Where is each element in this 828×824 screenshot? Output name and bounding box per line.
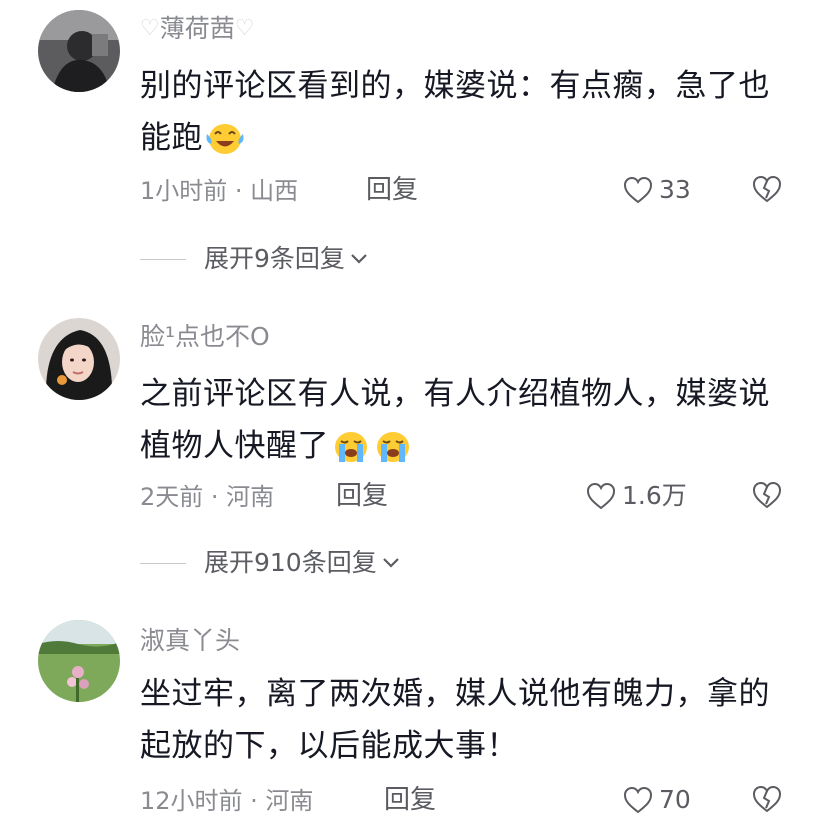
- like-button[interactable]: 1.6万: [586, 481, 687, 511]
- avatar[interactable]: [38, 10, 120, 92]
- expand-label: 展开910条回复: [204, 548, 377, 577]
- comment-text: 坐过牢，离了两次婚，媒人说他有魄力，拿的起放的下，以后能成大事！: [140, 676, 770, 764]
- dislike-button[interactable]: [752, 481, 782, 511]
- comment-text: 别的评论区看到的，媒婆说：有点瘸，急了也能跑: [140, 60, 780, 172]
- divider: [140, 258, 186, 260]
- heart-outline-icon: [623, 176, 653, 204]
- comment-text: 之前评论区有人说，有人介绍植物人，媒婆说植物人快醒了: [140, 368, 780, 480]
- heart-outline-icon: [586, 482, 616, 510]
- expand-label: 展开9条回复: [204, 244, 345, 273]
- laughing-tears-emoji: [205, 120, 245, 172]
- like-count: 33: [659, 175, 691, 204]
- crying-emoji: [331, 428, 371, 480]
- username-text: 薄荷茜: [159, 14, 235, 43]
- reply-button[interactable]: 回复: [336, 481, 388, 511]
- broken-heart-icon: [752, 481, 782, 509]
- time-location: 12小时前 · 河南: [140, 787, 314, 815]
- like-button[interactable]: 33: [623, 175, 691, 205]
- heart-decor-icon: ♡: [140, 16, 160, 41]
- avatar[interactable]: [38, 318, 120, 400]
- divider: [140, 562, 186, 564]
- avatar[interactable]: [38, 620, 120, 702]
- username[interactable]: 脸¹点也不O: [140, 322, 270, 352]
- crying-emoji: [373, 428, 413, 480]
- like-count: 1.6万: [622, 481, 687, 510]
- username[interactable]: ♡薄荷茜♡: [140, 14, 254, 44]
- heart-decor-icon: ♡: [234, 16, 255, 41]
- expand-replies-button[interactable]: 展开9条回复: [140, 244, 369, 274]
- username[interactable]: 淑真丫头: [140, 626, 240, 656]
- heart-outline-icon: [623, 786, 653, 814]
- like-button[interactable]: 70: [623, 785, 691, 815]
- broken-heart-icon: [752, 785, 782, 813]
- like-count: 70: [659, 785, 691, 814]
- time-location: 1小时前 · 山西: [140, 177, 299, 205]
- chevron-down-icon: [351, 254, 367, 264]
- dislike-button[interactable]: [752, 175, 782, 205]
- chevron-down-icon: [382, 558, 399, 568]
- time-location: 2天前 · 河南: [140, 483, 275, 511]
- dislike-button[interactable]: [752, 785, 782, 815]
- expand-replies-button[interactable]: 展开910条回复: [140, 548, 401, 578]
- reply-button[interactable]: 回复: [366, 175, 418, 205]
- broken-heart-icon: [752, 175, 782, 203]
- reply-button[interactable]: 回复: [384, 785, 436, 815]
